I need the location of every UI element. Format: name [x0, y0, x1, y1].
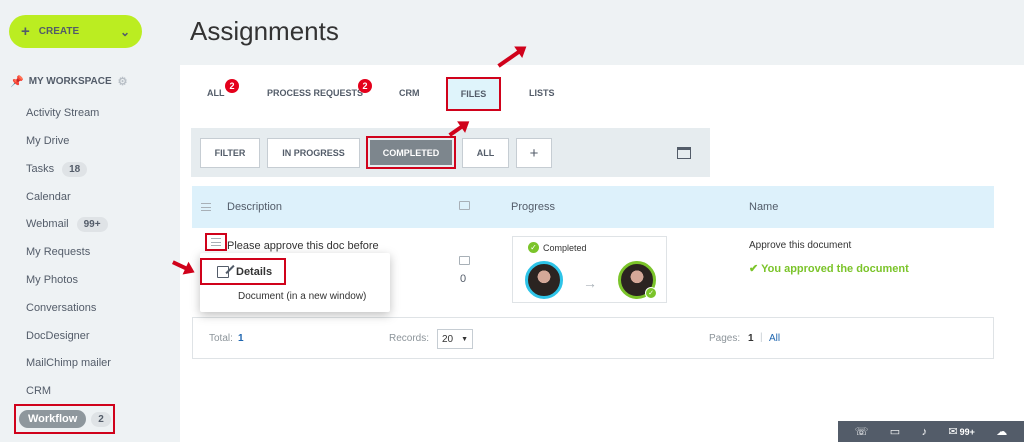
arrow-right-icon: →: [583, 275, 597, 291]
details-label: Details: [236, 265, 273, 278]
row-description[interactable]: Please approve this doc before: [227, 240, 379, 252]
sidebar-item-my-requests[interactable]: My Requests: [26, 242, 90, 262]
sidebar-item-label: My Requests: [26, 246, 91, 258]
tasks-count-badge: 18: [62, 161, 88, 177]
total-label: Total:: [209, 333, 233, 344]
status-bar: ☏ ▭ ♪ ✉ 99+ ☁: [838, 421, 1024, 442]
create-label: CREATE: [38, 26, 80, 37]
sidebar-item-conversations[interactable]: Conversations: [26, 298, 96, 318]
sidebar-item-tasks[interactable]: Tasks 18: [26, 159, 88, 179]
row-menu-button[interactable]: [205, 233, 227, 251]
avatar: [525, 261, 563, 299]
column-description[interactable]: Description: [227, 201, 282, 213]
dropdown-arrow-icon: ▼: [461, 335, 468, 343]
sidebar-item-webmail[interactable]: Webmail 99+: [26, 214, 108, 234]
sidebar-item-activity-stream[interactable]: Activity Stream: [26, 103, 99, 123]
approval-status: ✔ You approved the document: [749, 263, 909, 275]
tab-all-badge: 2: [225, 79, 239, 93]
pages-divider: |: [760, 332, 763, 343]
sidebar-item-label: MailChimp mailer: [26, 357, 111, 369]
completed-highlight: COMPLETED: [366, 136, 456, 169]
records-select[interactable]: 20 ▼: [437, 329, 473, 349]
task-name[interactable]: Approve this document: [749, 240, 851, 251]
details-menu-item[interactable]: Details: [200, 258, 286, 285]
progress-status: ✓ Completed: [528, 242, 587, 253]
sidebar-item-label: CRM: [26, 385, 52, 397]
bell-icon[interactable]: ♪: [922, 426, 928, 438]
filter-button[interactable]: FILTER: [200, 138, 260, 168]
tab-process-requests[interactable]: PROCESS REQUESTS: [267, 88, 363, 98]
tab-files-label: FILES: [460, 89, 487, 99]
check-icon: ✓: [528, 242, 539, 253]
row-context-menu: Details Document (in a new window): [200, 253, 390, 312]
sidebar: + CREATE ⌄ 📌 MY WORKSPACE ⚙ Activity Str…: [0, 0, 160, 442]
calendar-icon[interactable]: [677, 147, 691, 159]
sidebar-item-crm[interactable]: CRM: [26, 381, 51, 401]
sidebar-item-calendar[interactable]: Calendar: [26, 187, 71, 207]
tab-process-requests-badge: 2: [358, 79, 372, 93]
workflow-count-badge: 2: [91, 411, 111, 427]
add-filter-button[interactable]: +: [516, 138, 552, 168]
all-filter-button[interactable]: ALL: [462, 138, 509, 168]
sidebar-item-label: Activity Stream: [26, 107, 100, 119]
pin-icon: 📌: [10, 76, 24, 88]
table-header: Description Progress Name: [192, 186, 994, 228]
tab-crm[interactable]: CRM: [399, 88, 420, 98]
records-label: Records:: [389, 333, 430, 344]
plus-icon: +: [21, 23, 30, 40]
sidebar-item-label: My Photos: [26, 274, 78, 286]
sidebar-item-my-drive[interactable]: My Drive: [26, 131, 69, 151]
sidebar-item-mailchimp[interactable]: MailChimp mailer: [26, 353, 111, 373]
chat-icon[interactable]: ▭: [890, 425, 900, 438]
completed-button[interactable]: COMPLETED: [370, 140, 452, 165]
table-footer: Total: 1 Records: 20 ▼ Pages: 1 | All: [192, 317, 994, 359]
pages-label: Pages:: [709, 333, 741, 344]
approval-status-label: You approved the document: [761, 263, 909, 275]
tab-files[interactable]: FILES: [446, 77, 501, 111]
chevron-down-icon: ⌄: [119, 24, 130, 39]
progress-card: ✓ Completed → ✓: [512, 236, 667, 303]
webmail-count-badge: 99+: [76, 216, 108, 232]
page-current[interactable]: 1: [748, 333, 754, 344]
column-name[interactable]: Name: [749, 201, 778, 213]
sidebar-item-docdesigner[interactable]: DocDesigner: [26, 326, 90, 346]
comment-count: 0: [460, 273, 467, 285]
sidebar-item-label: My Drive: [26, 135, 70, 147]
phone-icon[interactable]: ☏: [855, 425, 869, 438]
sidebar-item-label: Tasks: [26, 163, 55, 175]
sidebar-item-label: Webmail: [26, 218, 69, 230]
comment-icon: [459, 256, 470, 265]
create-button[interactable]: + CREATE ⌄: [9, 15, 142, 48]
gear-icon[interactable]: ⚙: [118, 75, 128, 88]
records-value: 20: [442, 333, 454, 345]
mail-count: 99+: [959, 426, 975, 437]
menu-icon[interactable]: [201, 203, 211, 211]
edit-icon: [217, 265, 229, 278]
sidebar-item-label: Calendar: [26, 191, 71, 203]
cloud-icon[interactable]: ☁: [996, 425, 1007, 438]
workspace-label: MY WORKSPACE: [28, 76, 112, 87]
sidebar-item-label: Conversations: [26, 302, 97, 314]
menu-icon: [211, 238, 221, 246]
in-progress-button[interactable]: IN PROGRESS: [267, 138, 360, 168]
workspace-header[interactable]: 📌 MY WORKSPACE ⚙: [10, 75, 128, 88]
document-menu-item[interactable]: Document (in a new window): [238, 291, 366, 302]
check-icon: ✓: [645, 287, 657, 299]
mail-icon[interactable]: ✉ 99+: [948, 425, 975, 438]
total-value: 1: [238, 333, 244, 344]
tab-lists[interactable]: LISTS: [529, 88, 555, 98]
sidebar-item-label: DocDesigner: [26, 330, 90, 342]
progress-status-label: Completed: [543, 242, 587, 253]
sidebar-item-my-photos[interactable]: My Photos: [26, 270, 78, 290]
page-title: Assignments: [190, 16, 339, 46]
page-all-link[interactable]: All: [769, 333, 780, 344]
column-progress[interactable]: Progress: [511, 201, 555, 213]
tab-all[interactable]: ALL: [207, 88, 225, 98]
workflow-label: Workflow: [19, 410, 87, 428]
comment-icon: [459, 201, 470, 210]
sidebar-item-workflow[interactable]: Workflow 2: [14, 404, 115, 434]
